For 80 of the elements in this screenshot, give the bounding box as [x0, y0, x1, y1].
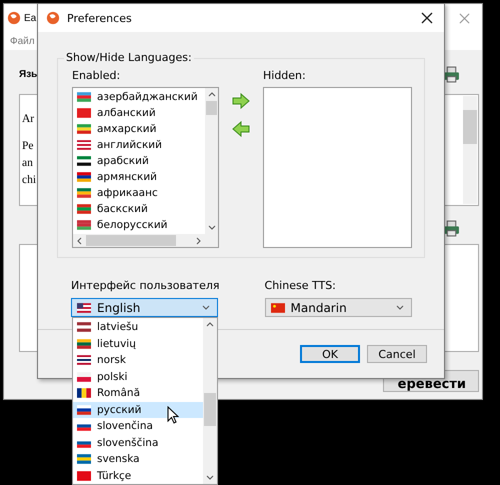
dialog-button[interactable]: OK [300, 345, 360, 363]
text-line: an [22, 156, 33, 171]
printer-icon[interactable] [443, 66, 460, 82]
flag-icon [77, 388, 91, 398]
dropdown-option[interactable]: slovenščina [73, 434, 203, 451]
language-item[interactable]: азербайджанский [73, 89, 205, 105]
flag-icon [77, 322, 91, 332]
scrollbar[interactable] [205, 88, 218, 234]
cursor-icon [167, 406, 179, 424]
language-item[interactable]: английский [73, 137, 205, 153]
flag-icon [77, 204, 91, 214]
dropdown-option[interactable]: latviešu [73, 319, 203, 336]
tts-label: Chinese TTS: [264, 279, 337, 292]
dropdown-option[interactable]: norsk [73, 352, 203, 368]
window-title: Ea [24, 12, 36, 24]
arrow-left-icon[interactable] [232, 121, 250, 137]
flag-icon [77, 404, 91, 415]
dropdown-option[interactable]: Türkçe [73, 468, 203, 484]
flag-icon [77, 92, 91, 102]
chevron-up-icon[interactable] [206, 322, 214, 327]
flag-icon [77, 140, 91, 150]
flag-icon [77, 172, 91, 182]
enabled-label: Enabled: [72, 69, 122, 82]
arrow-right-icon[interactable] [232, 93, 250, 109]
text-line: chi [22, 173, 36, 188]
language-item[interactable]: африкаанс [73, 185, 205, 201]
app-icon [46, 11, 60, 25]
flag-icon [77, 188, 91, 198]
printer-icon[interactable] [443, 220, 460, 236]
scroll-thumb[interactable] [204, 393, 216, 426]
app-icon [7, 11, 21, 25]
scroll-thumb[interactable] [86, 235, 176, 246]
flag-icon [270, 302, 285, 312]
dropdown-option[interactable]: slovenčina [73, 418, 203, 434]
enabled-list[interactable]: азербайджанский албанский амхарский английский арабский армянский африкаанс баскский белорусский [72, 87, 219, 248]
tts-dropdown[interactable]: Mandarin [264, 298, 412, 317]
dialog-title: Preferences [67, 12, 132, 24]
text-line: Ar [22, 112, 34, 127]
group-title: Show/Hide Languages: [64, 51, 194, 64]
language-item[interactable]: албанский [73, 105, 205, 121]
chevron-down-icon [202, 305, 210, 310]
interface-dropdown[interactable]: English [71, 298, 218, 317]
flag-icon [77, 108, 91, 118]
flag-icon [77, 454, 91, 464]
scroll-thumb[interactable] [206, 101, 217, 115]
dropdown-option[interactable]: русский [73, 402, 203, 418]
flag-icon [77, 124, 91, 134]
scroll-thumb[interactable] [463, 110, 477, 144]
dialog-button[interactable]: Cancel [367, 345, 427, 363]
language-item[interactable]: амхарский [73, 121, 205, 137]
flag-icon [77, 470, 91, 481]
dropdown-option[interactable]: lietuvių [73, 336, 203, 352]
flag-icon [77, 355, 91, 366]
chevron-left-icon[interactable] [77, 236, 82, 244]
scrollbar[interactable] [203, 318, 217, 484]
language-item[interactable]: белорусский [73, 217, 205, 233]
chevron-right-icon[interactable] [196, 236, 201, 244]
scrollbar[interactable] [73, 234, 218, 247]
flag-icon [77, 156, 91, 166]
text-line: Pe [22, 139, 34, 154]
interface-label: Интерфейс пользователя [71, 279, 220, 292]
language-item[interactable]: армянский [73, 169, 205, 185]
chevron-down-icon[interactable] [206, 475, 214, 480]
hidden-list[interactable] [263, 87, 412, 248]
scrollbar[interactable] [463, 96, 477, 204]
language-item[interactable]: баскский [73, 201, 205, 217]
dropdown-option[interactable]: polski [73, 368, 203, 385]
chevron-down-icon[interactable] [208, 225, 216, 230]
dropdown-option[interactable]: Română [73, 385, 203, 402]
hidden-label: Hidden: [263, 69, 307, 82]
flag-icon [77, 338, 91, 349]
chevron-down-icon [396, 305, 404, 310]
language-item[interactable]: арабский [73, 153, 205, 169]
flag-icon [77, 220, 91, 230]
flag-icon [77, 372, 91, 382]
flag-icon [77, 302, 91, 312]
menu-item[interactable]: Файл [10, 36, 35, 46]
close-icon[interactable] [421, 12, 433, 24]
chevron-up-icon[interactable] [208, 92, 216, 97]
dropdown-option[interactable]: svenska [73, 451, 203, 468]
